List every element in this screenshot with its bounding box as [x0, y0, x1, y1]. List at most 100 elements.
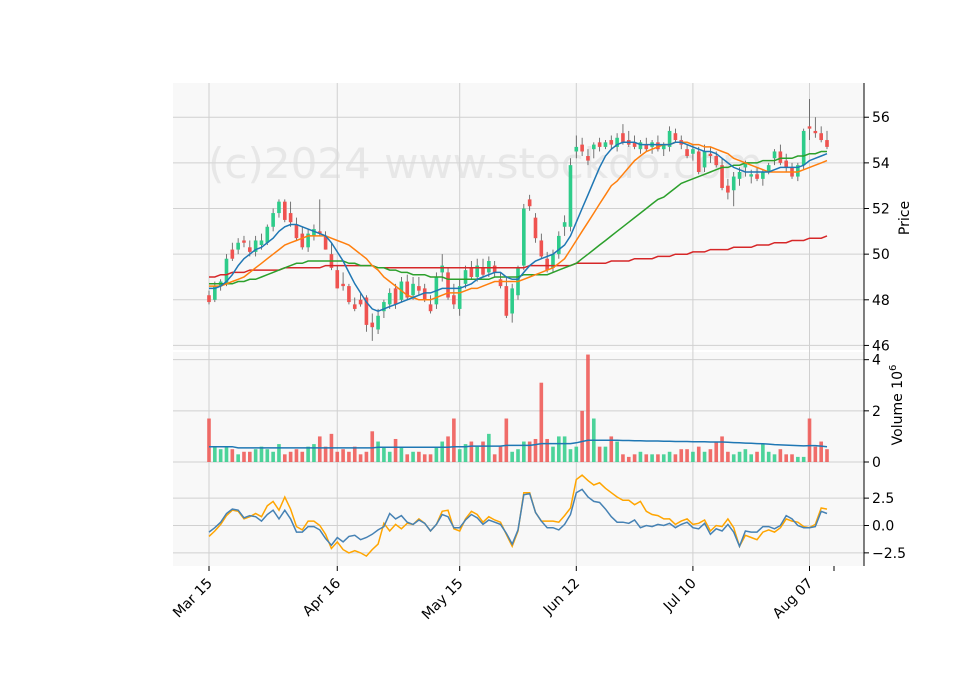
volume-bar: [644, 454, 649, 462]
volume-bar: [755, 451, 759, 462]
volume-bar: [539, 382, 544, 462]
candle-up: [562, 222, 567, 227]
volume-bar: [335, 451, 340, 462]
volume-bar: [440, 441, 445, 462]
candle-down: [469, 267, 474, 277]
volume-bar: [749, 454, 754, 462]
volume-bar: [487, 433, 491, 462]
candle-down: [288, 213, 293, 223]
price-y-tick-label: 54: [872, 156, 890, 172]
volume-bar: [213, 446, 217, 462]
volume-bar: [516, 449, 520, 462]
x-tick-label: Apr 16: [300, 575, 344, 619]
volume-bar: [801, 456, 806, 462]
volume-bar: [358, 454, 363, 462]
candle-down: [347, 286, 351, 303]
candle-down: [714, 156, 719, 166]
oscillator-panel-background: [173, 462, 864, 566]
volume-bar: [504, 418, 509, 462]
volume-bar: [428, 454, 433, 462]
volume-bar: [446, 436, 450, 462]
volume-bar: [667, 451, 672, 462]
candle-down: [586, 156, 590, 161]
osc-y-tick-label: −2.5: [872, 546, 906, 562]
candle-down: [481, 267, 485, 275]
candle-up: [801, 130, 806, 166]
volume-bar: [393, 438, 398, 462]
volume-bar: [825, 449, 829, 462]
volume-bar: [522, 441, 526, 462]
candle-down: [545, 258, 549, 271]
watermark-text: (c)2024 www.stockdo.com: [208, 139, 763, 188]
volume-bar: [469, 441, 474, 462]
volume-bar: [790, 454, 794, 462]
volume-bar: [498, 446, 503, 462]
volume-bar: [661, 454, 666, 462]
candle-down: [807, 126, 812, 129]
volume-bar: [294, 449, 299, 462]
candle-up: [236, 242, 240, 250]
volume-bar: [708, 449, 713, 462]
volume-axis-label-exponent: 6: [888, 365, 899, 371]
candle-down: [335, 270, 340, 289]
candle-down: [428, 304, 433, 312]
volume-bar: [230, 449, 235, 462]
volume-bar: [545, 438, 549, 462]
volume-bar: [714, 441, 719, 462]
candle-up: [591, 144, 596, 150]
candle-up: [259, 240, 264, 246]
candle-down: [242, 240, 246, 243]
volume-bar: [510, 451, 514, 462]
volume-bar: [743, 449, 748, 462]
volume-bar: [376, 441, 380, 462]
volume-bar: [399, 446, 404, 462]
volume-bar: [422, 454, 427, 462]
volume-bar: [685, 449, 689, 462]
volume-bar: [277, 444, 281, 462]
candle-down: [207, 295, 211, 303]
volume-bar: [224, 446, 229, 462]
price-y-tick-label: 50: [872, 247, 890, 263]
volume-bar: [236, 454, 240, 462]
volume-bar: [492, 454, 497, 462]
volume-bar: [796, 456, 800, 462]
volume-bar: [615, 441, 619, 462]
x-tick-label: Aug 07: [770, 576, 816, 622]
volume-bar: [370, 431, 375, 462]
volume-bar: [364, 451, 369, 462]
candle-down: [452, 295, 456, 305]
candle-down: [597, 142, 602, 147]
volume-bar: [457, 449, 462, 462]
candle-up: [574, 146, 579, 152]
candle-down: [580, 144, 584, 152]
candle-down: [533, 217, 538, 239]
candle-down: [393, 288, 398, 305]
volume-bar: [551, 446, 555, 462]
candle-up: [761, 172, 765, 179]
candle-down: [813, 130, 818, 134]
candle-down: [708, 153, 713, 157]
candle-down: [230, 249, 235, 259]
volume-y-tick-label: 4: [872, 353, 881, 369]
volume-bar: [731, 454, 736, 462]
volume-bar: [382, 446, 386, 462]
volume-bar: [702, 451, 707, 462]
candle-down: [609, 140, 614, 145]
volume-bar: [562, 436, 567, 462]
candle-up: [510, 288, 514, 314]
candle-down: [726, 185, 730, 193]
volume-bar: [306, 446, 310, 462]
volume-bar: [317, 436, 322, 462]
candle-down: [696, 151, 701, 172]
price-panel-background: [173, 83, 864, 350]
candle-up: [749, 174, 754, 177]
volume-bar: [638, 451, 643, 462]
volume-bar: [726, 451, 730, 462]
candle-up: [487, 261, 491, 273]
price-axis-label: Price: [897, 201, 913, 235]
volume-bar: [218, 449, 223, 462]
candle-down: [825, 140, 829, 147]
volume-bar: [784, 454, 788, 462]
volume-bar: [580, 410, 584, 462]
price-y-tick-label: 52: [872, 202, 890, 218]
